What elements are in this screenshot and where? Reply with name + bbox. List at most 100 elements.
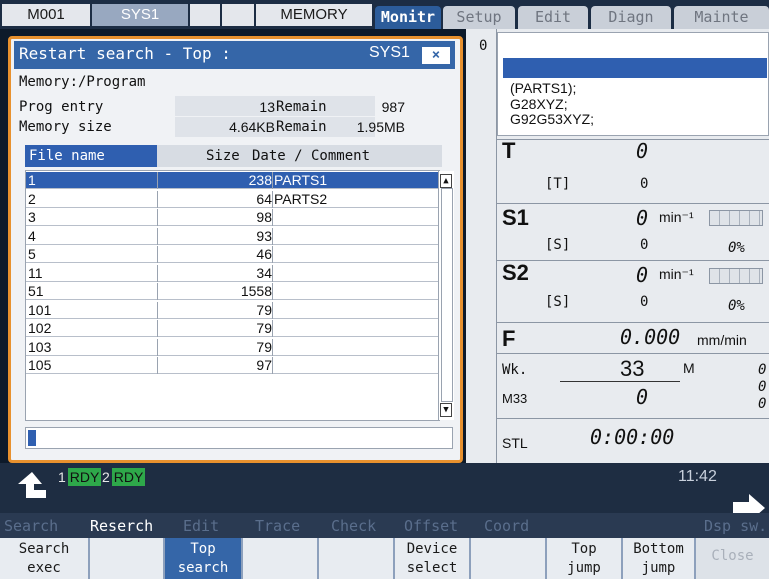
spindle1-unit: min⁻¹ [659, 209, 694, 225]
file-name: 3 [28, 209, 36, 225]
column-divider [272, 283, 273, 300]
count-divider [560, 381, 680, 382]
tab-monitor[interactable]: Monitr [375, 6, 441, 29]
close-softkey[interactable]: Close [696, 538, 769, 579]
feed-value: 0.000 [620, 325, 681, 349]
remain-label: Remain [276, 119, 327, 135]
cycle-time-value: 0:00:00 [590, 425, 675, 449]
search-exec-softkey[interactable]: Search exec [0, 538, 90, 579]
table-row[interactable]: 3 98 [26, 209, 438, 226]
ready-2-badge: RDY [112, 468, 145, 486]
back-arrow-icon[interactable] [14, 468, 50, 504]
tab-setup[interactable]: Setup [443, 6, 515, 29]
input-cursor [28, 430, 36, 446]
program-line-number: 0 [479, 38, 488, 54]
dialog-title: Restart search - Top : [19, 44, 231, 63]
table-row[interactable]: 2 64 PARTS2 [26, 190, 438, 208]
softkey-label: jump [641, 560, 676, 576]
table-row[interactable]: 4 93 [26, 227, 438, 245]
m-code-label: M [683, 360, 695, 376]
remain-size: 1.95MB [356, 119, 405, 135]
spindle2-command-value: 0 [640, 294, 649, 310]
spindle1-load-gauge [709, 210, 763, 226]
search-input[interactable] [25, 427, 453, 449]
menu-check[interactable]: Check [331, 517, 376, 535]
table-row[interactable]: 105 97 [26, 357, 438, 374]
file-name: 105 [28, 357, 52, 373]
softkey-label: Bottom [633, 541, 684, 557]
softkey-label: Search [18, 541, 70, 557]
divider [497, 353, 769, 354]
file-name: 4 [28, 227, 36, 244]
workpiece-count: 33 [620, 356, 645, 381]
remain-label: Remain [276, 99, 327, 115]
menu-edit[interactable]: Edit [183, 517, 219, 535]
column-header-size[interactable]: Size [206, 148, 240, 164]
file-size: 46 [256, 246, 272, 262]
column-divider [272, 246, 273, 263]
softkey-label: Top [190, 541, 216, 557]
ready-2-number: 2 [102, 469, 110, 485]
top-search-softkey[interactable]: Top search [165, 538, 243, 579]
tab-edit[interactable]: Edit [518, 6, 588, 29]
program-line: G92G53XYZ; [510, 111, 595, 127]
column-divider [272, 190, 273, 208]
device-path: Memory:/Program [19, 74, 146, 90]
scroll-down-icon[interactable]: ▼ [440, 403, 452, 417]
table-row[interactable]: 103 79 [26, 338, 438, 356]
tool-command-label: [T] [545, 176, 571, 192]
info-background [175, 96, 375, 116]
table-row[interactable]: 101 79 [26, 301, 438, 319]
column-divider [272, 357, 273, 374]
column-divider [272, 227, 273, 245]
spindle2-load-gauge [709, 268, 763, 284]
menu-trace[interactable]: Trace [255, 517, 300, 535]
feed-label: F [502, 326, 516, 351]
file-name: 101 [28, 301, 52, 318]
system-indicator: SYS1 [92, 4, 188, 26]
top-jump-softkey[interactable]: Top jump [547, 538, 623, 579]
scrollbar-thumb[interactable] [441, 188, 453, 402]
m-code-value: 0 [758, 362, 767, 378]
ready-1-number: 1 [58, 468, 68, 486]
table-row[interactable]: 11 34 [26, 264, 438, 282]
menu-research[interactable]: Reserch [90, 517, 153, 535]
column-divider [157, 227, 158, 245]
softkey-empty[interactable] [471, 538, 547, 579]
program-number: M001 [2, 4, 90, 26]
softkey-empty[interactable] [90, 538, 165, 579]
tab-diagnosis[interactable]: Diagn [591, 6, 671, 29]
m33-value: 0 [636, 385, 649, 409]
file-name: 11 [28, 264, 43, 281]
column-divider [272, 172, 273, 189]
menu-coord[interactable]: Coord [484, 517, 529, 535]
bottom-jump-softkey[interactable]: Bottom jump [623, 538, 696, 579]
dialog-close-button[interactable]: × [421, 46, 451, 65]
softkey-empty[interactable] [319, 538, 395, 579]
column-divider [272, 264, 273, 282]
table-row[interactable]: 1 238 PARTS1 [26, 172, 438, 189]
table-row[interactable]: 5 46 [26, 246, 438, 263]
scroll-up-icon[interactable]: ▲ [440, 174, 452, 188]
file-size: 79 [256, 320, 272, 336]
operation-mode: MEMORY [256, 4, 372, 26]
column-header-comment[interactable]: Date / Comment [252, 148, 370, 164]
divider [497, 203, 769, 204]
menu-search[interactable]: Search [4, 517, 58, 535]
menu-offset[interactable]: Offset [404, 517, 458, 535]
softkey-empty[interactable] [243, 538, 319, 579]
column-divider [272, 209, 273, 226]
memory-size-value: 4.64KB [229, 119, 275, 135]
spindle2-load-percent: 0% [728, 298, 745, 314]
column-header-file-name[interactable]: File name [25, 145, 157, 167]
prog-entry-label: Prog entry [19, 99, 104, 115]
file-size: 79 [256, 338, 272, 355]
table-row[interactable]: 102 79 [26, 320, 438, 337]
file-name: 102 [28, 320, 52, 336]
spindle1-load-percent: 0% [728, 240, 745, 256]
table-row[interactable]: 51 1558 [26, 283, 438, 300]
menu-display-switch[interactable]: Dsp sw. [704, 517, 767, 535]
tab-maintenance[interactable]: Mainte [674, 6, 769, 29]
device-select-softkey[interactable]: Device select [395, 538, 471, 579]
spindle1-speed: 0 [636, 206, 649, 230]
